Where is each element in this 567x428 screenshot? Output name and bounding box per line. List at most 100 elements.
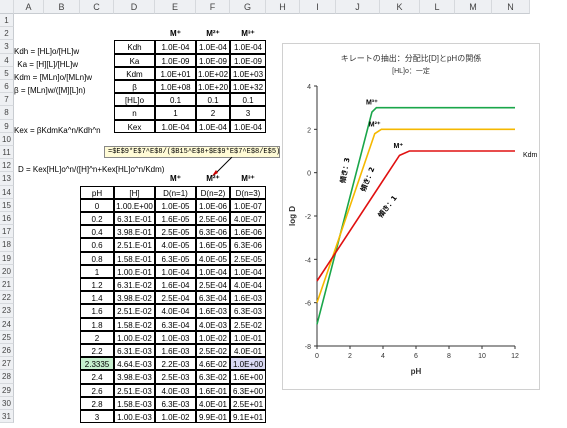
data-cell[interactable]: 2.51.E-03 xyxy=(114,383,155,397)
param-value[interactable]: 2 xyxy=(196,106,230,120)
param-value[interactable]: 1.0E-09 xyxy=(230,53,266,67)
data-cell[interactable]: 1 xyxy=(80,264,114,278)
param-value[interactable]: 1.0E+02 xyxy=(196,66,230,80)
data-cell[interactable]: 0.8 xyxy=(80,251,114,265)
row-header[interactable]: 23 xyxy=(0,304,14,318)
data-cell[interactable]: 1.0E-05 xyxy=(155,198,196,212)
data-cell[interactable]: 2.2 xyxy=(80,344,114,358)
row-header[interactable]: 12 xyxy=(0,159,14,173)
data-cell[interactable]: 1.00.E-03 xyxy=(114,410,155,424)
data-cell[interactable]: 1.4 xyxy=(80,291,114,305)
row-header[interactable]: 11 xyxy=(0,146,14,160)
data-cell[interactable]: 6.31.E-02 xyxy=(114,278,155,292)
row-header[interactable]: 7 xyxy=(0,93,14,107)
data-cell[interactable]: 2.3335 xyxy=(80,357,114,371)
data-cell[interactable]: 9.9E-01 xyxy=(196,410,230,424)
data-cell[interactable]: 2.8 xyxy=(80,396,114,410)
param-value[interactable]: 3 xyxy=(230,106,266,120)
row-header[interactable]: 27 xyxy=(0,357,14,371)
data-cell[interactable]: 4.6E-02 xyxy=(196,357,230,371)
data-col-header[interactable]: pH xyxy=(80,185,114,199)
data-cell[interactable]: 4.0E-04 xyxy=(155,304,196,318)
row-header[interactable]: 6 xyxy=(0,80,14,94)
data-cell[interactable]: 4.0E-05 xyxy=(155,238,196,252)
data-cell[interactable]: 2.5E-02 xyxy=(196,344,230,358)
data-cell[interactable]: 1.6 xyxy=(80,304,114,318)
param-value[interactable]: 1.0E-04 xyxy=(155,119,196,133)
data-cell[interactable]: 1.0E-04 xyxy=(230,264,266,278)
data-cell[interactable]: 9.1E+01 xyxy=(230,410,266,424)
row-header[interactable]: 17 xyxy=(0,225,14,239)
data-cell[interactable]: 1.0E-06 xyxy=(196,198,230,212)
data-cell[interactable]: 2 xyxy=(80,330,114,344)
row-header[interactable]: 15 xyxy=(0,198,14,212)
param-value[interactable]: 1.0E-09 xyxy=(155,53,196,67)
data-col-header[interactable]: [H] xyxy=(114,185,155,199)
data-cell[interactable]: 2.4 xyxy=(80,370,114,384)
data-cell[interactable]: 2.5E-04 xyxy=(196,278,230,292)
data-cell[interactable]: 0.2 xyxy=(80,212,114,226)
row-header[interactable]: 16 xyxy=(0,212,14,226)
data-cell[interactable]: 1.8 xyxy=(80,317,114,331)
data-col-header[interactable]: D(n=3) xyxy=(230,185,266,199)
data-cell[interactable]: 2.5E-05 xyxy=(230,251,266,265)
param-name[interactable]: β xyxy=(114,80,155,94)
row-header[interactable]: 24 xyxy=(0,317,14,331)
row-header[interactable]: 21 xyxy=(0,278,14,292)
column-header[interactable]: F xyxy=(196,0,230,14)
data-cell[interactable]: 6.3E-06 xyxy=(196,225,230,239)
data-cell[interactable]: 6.31.E-01 xyxy=(114,212,155,226)
data-cell[interactable]: 1.6E-01 xyxy=(196,383,230,397)
column-header[interactable]: C xyxy=(80,0,114,14)
param-value[interactable]: 1.0E-04 xyxy=(196,119,230,133)
data-cell[interactable]: 1.0E+00 xyxy=(230,357,266,371)
data-cell[interactable]: 2.5E-04 xyxy=(155,291,196,305)
data-cell[interactable]: 4.0E-01 xyxy=(196,396,230,410)
data-cell[interactable]: 4.0E-03 xyxy=(196,317,230,331)
param-value[interactable]: 0.1 xyxy=(155,93,196,107)
data-cell[interactable]: 1.6E-03 xyxy=(196,304,230,318)
row-header[interactable]: 29 xyxy=(0,383,14,397)
data-cell[interactable]: 2.5E-05 xyxy=(155,225,196,239)
data-cell[interactable]: 1.0E-04 xyxy=(196,264,230,278)
column-header[interactable]: M xyxy=(455,0,492,14)
data-cell[interactable]: 3 xyxy=(80,410,114,424)
data-cell[interactable]: 2.5E-02 xyxy=(230,317,266,331)
param-name[interactable]: Kdh xyxy=(114,40,155,54)
column-header[interactable]: H xyxy=(266,0,300,14)
data-cell[interactable]: 6.3E-04 xyxy=(155,317,196,331)
row-header[interactable]: 5 xyxy=(0,66,14,80)
row-header[interactable]: 30 xyxy=(0,396,14,410)
data-cell[interactable]: 6.3E-04 xyxy=(196,291,230,305)
data-cell[interactable]: 2.2E-03 xyxy=(155,357,196,371)
row-header[interactable]: 8 xyxy=(0,106,14,120)
data-cell[interactable]: 1.0E-01 xyxy=(230,330,266,344)
data-cell[interactable]: 4.0E-03 xyxy=(155,383,196,397)
data-cell[interactable]: 3.98.E-02 xyxy=(114,291,155,305)
data-cell[interactable]: 6.3E-06 xyxy=(230,238,266,252)
data-cell[interactable]: 3.98.E-01 xyxy=(114,225,155,239)
row-header[interactable]: 4 xyxy=(0,53,14,67)
column-header[interactable]: K xyxy=(380,0,420,14)
data-cell[interactable]: 2.51.E-02 xyxy=(114,304,155,318)
data-cell[interactable]: 1.6E-03 xyxy=(230,291,266,305)
row-header[interactable]: 19 xyxy=(0,251,14,265)
data-cell[interactable]: 1.6E-04 xyxy=(155,278,196,292)
row-header[interactable]: 3 xyxy=(0,40,14,54)
param-value[interactable]: 1 xyxy=(155,106,196,120)
data-cell[interactable]: 1.0E-03 xyxy=(155,330,196,344)
data-cell[interactable]: 4.0E-04 xyxy=(230,278,266,292)
column-header[interactable]: A xyxy=(14,0,44,14)
select-all-corner[interactable] xyxy=(0,0,14,14)
param-value[interactable]: 1.0E+32 xyxy=(230,80,266,94)
param-value[interactable]: 1.0E+20 xyxy=(196,80,230,94)
data-cell[interactable]: 1.2 xyxy=(80,278,114,292)
column-header[interactable]: J xyxy=(336,0,380,14)
row-header[interactable]: 1 xyxy=(0,14,14,28)
param-value[interactable]: 0.1 xyxy=(196,93,230,107)
row-header[interactable]: 10 xyxy=(0,132,14,146)
param-name[interactable]: [HL]o xyxy=(114,93,155,107)
row-header[interactable]: 13 xyxy=(0,172,14,186)
row-header[interactable]: 14 xyxy=(0,185,14,199)
param-name[interactable]: Kdm xyxy=(114,66,155,80)
